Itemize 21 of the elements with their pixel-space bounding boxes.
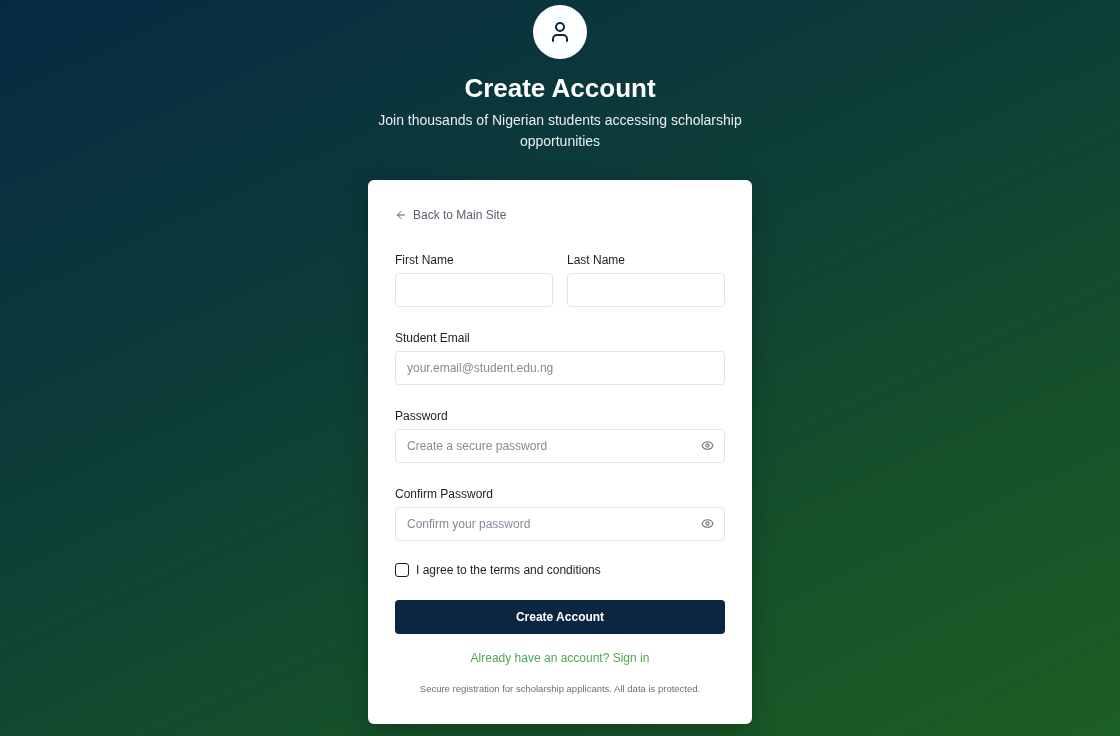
eye-icon[interactable] [701,439,714,452]
user-icon [533,5,587,59]
page-subtitle: Join thousands of Nigerian students accessing scholarship opportunities [377,111,743,151]
eye-icon[interactable] [701,517,714,530]
create-account-button[interactable]: Create Account [395,600,725,634]
terms-label: I agree to the terms and conditions [416,562,601,578]
page-title: Create Account [464,72,656,104]
field-label: First Name [395,252,454,268]
arrow-left-icon [395,209,407,221]
input-field[interactable] [567,273,725,307]
field-label: Last Name [567,252,626,268]
field-label: Password [395,408,448,424]
password-field[interactable]: Confirm your password [395,507,725,541]
back-link[interactable]: Back to Main Site [395,207,507,223]
field-label: Student Email [395,330,470,346]
input-field[interactable] [395,273,553,307]
security-note: Secure registration for scholarship applicants. All data is protected. [419,683,701,695]
field-label: Confirm Password [395,486,494,502]
checkbox[interactable] [395,563,409,577]
email-field[interactable]: your.email@student.edu.ng [395,351,725,385]
password-field[interactable]: Create a secure password [395,429,725,463]
